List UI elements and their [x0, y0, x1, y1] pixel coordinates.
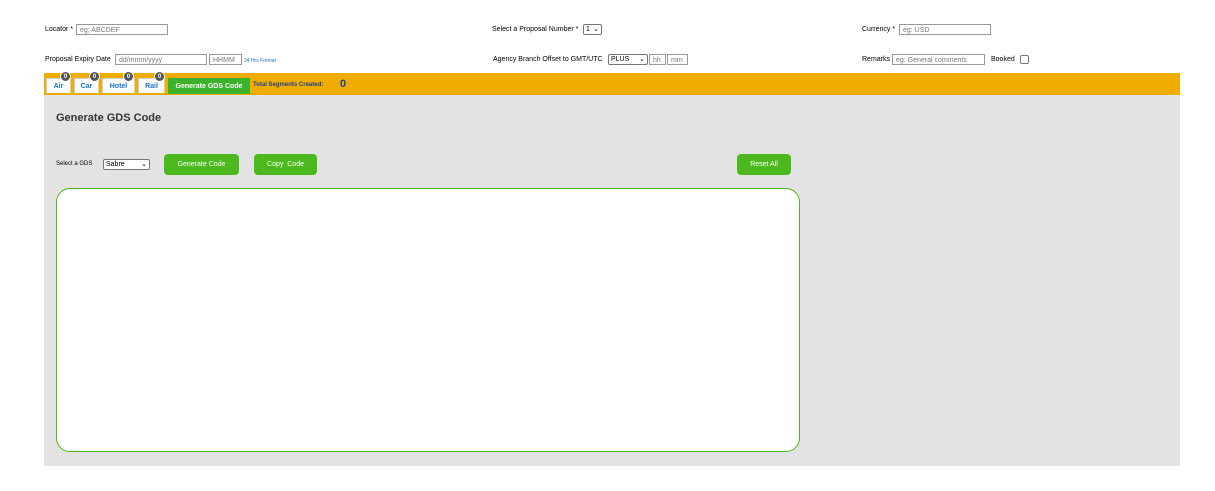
chevron-down-icon: ⌄: [593, 26, 599, 33]
expiry-label: Proposal Expiry Date: [45, 56, 111, 63]
remarks-label: Remarks: [862, 56, 891, 63]
reset-all-button[interactable]: Reset All: [737, 154, 791, 175]
tab-rail-count-badge: 0: [154, 71, 165, 82]
tab-car-count-badge: 0: [89, 71, 100, 82]
offset-label: Agency Branch Offset to GMT/UTC: [493, 56, 603, 63]
offset-hh-input[interactable]: hh: [649, 54, 666, 65]
gds-select[interactable]: Sabre ⌄: [103, 159, 150, 170]
offset-mm-input[interactable]: mm: [667, 54, 688, 65]
tab-car-label: Car: [80, 82, 93, 90]
locator-input[interactable]: eg; ABCDEF: [76, 24, 168, 35]
proposal-number-label: Select a Proposal Number *: [492, 26, 579, 33]
booked-checkbox[interactable]: [1020, 55, 1029, 64]
booked-label: Booked: [991, 56, 1015, 63]
gds-label: Select a GDS: [56, 161, 93, 167]
segments-label: Total Segments Created:: [253, 82, 324, 88]
proposal-number-value: 1: [586, 26, 590, 33]
tab-generate-gds-code[interactable]: Generate GDS Code: [168, 78, 250, 94]
proposal-number-select[interactable]: 1 ⌄: [583, 24, 602, 35]
chevron-down-icon: ⌄: [639, 56, 645, 63]
gds-code-textarea[interactable]: [56, 188, 800, 452]
copy-code-button[interactable]: Copy Code: [254, 154, 317, 175]
hrs-format-link[interactable]: 24 Hrs Format: [244, 58, 276, 64]
currency-input[interactable]: eg: USD: [899, 24, 991, 35]
segments-count: 0: [340, 78, 347, 90]
expiry-date-input[interactable]: dd/mmm/yyyy: [115, 54, 207, 65]
tab-rail-label: Rail: [145, 82, 158, 90]
offset-sign-select[interactable]: PLUS ⌄: [608, 54, 648, 65]
chevron-down-icon: ⌄: [141, 161, 147, 168]
generate-code-button[interactable]: Generate Code: [164, 154, 239, 175]
tab-air-count-badge: 0: [60, 71, 71, 82]
tab-hotel-count-badge: 0: [123, 71, 134, 82]
offset-sign-value: PLUS: [611, 56, 630, 63]
gds-select-value: Sabre: [106, 161, 125, 168]
tab-air-label: Air: [53, 82, 64, 90]
tab-hotel-label: Hotel: [109, 82, 128, 90]
expiry-time-input[interactable]: HHMM: [209, 54, 242, 65]
panel-title: Generate GDS Code: [56, 112, 162, 124]
remarks-input[interactable]: eg: General comments: [892, 54, 985, 65]
currency-label: Currency *: [862, 26, 896, 33]
locator-label: Locator *: [45, 26, 74, 33]
